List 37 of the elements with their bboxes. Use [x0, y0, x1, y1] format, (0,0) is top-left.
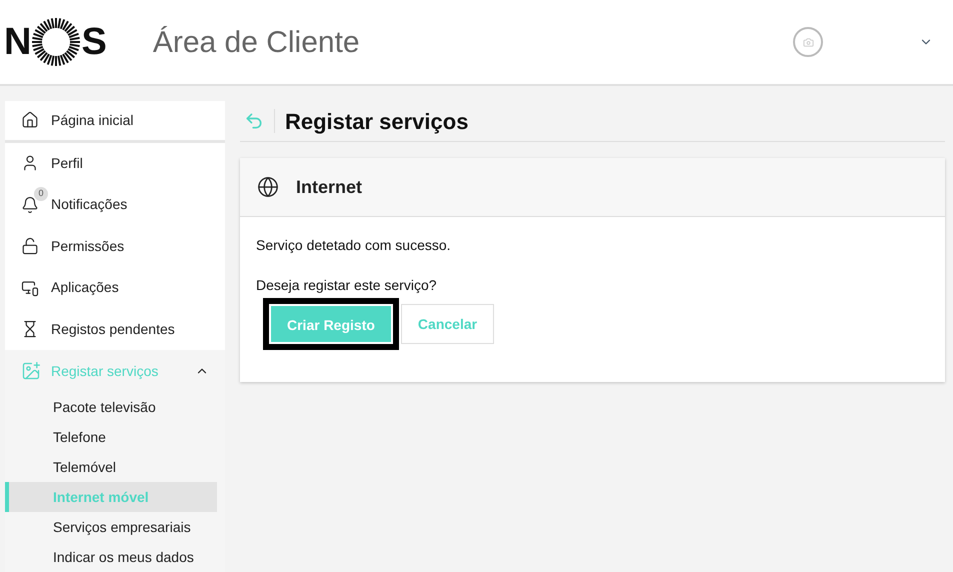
sidebar-item[interactable]: Registos pendentes: [5, 308, 225, 350]
home-icon: [21, 111, 39, 130]
app-title: Área de Cliente: [152, 24, 360, 60]
notification-badge: 0: [34, 186, 48, 201]
sidebar-label: Aplicações: [51, 278, 119, 298]
question-text: Deseja registar este serviço?: [256, 276, 438, 295]
submenu-item[interactable]: Indicar os meus dados: [5, 542, 217, 572]
success-message: Serviço detetado com sucesso.: [256, 236, 452, 255]
sidebar-item[interactable]: Página inicial: [5, 101, 225, 143]
sidebar-label: Registos pendentes: [51, 320, 175, 339]
submenu-item[interactable]: Telefone: [5, 422, 217, 452]
submenu-item[interactable]: Pacote televisão: [5, 392, 217, 422]
page-title: Registar serviços: [285, 108, 468, 136]
sidebar-label: Perfil: [51, 154, 83, 173]
camera-icon: [802, 36, 814, 48]
sidebar-label: Notificações: [51, 195, 128, 214]
add-frame-icon: [21, 361, 41, 382]
padlock-icon: [21, 237, 39, 256]
sunburst-logo-icon: [31, 17, 82, 67]
logo-letter: N: [4, 20, 32, 64]
avatar[interactable]: [793, 27, 823, 57]
back-arrow-icon[interactable]: [244, 111, 264, 131]
devices-icon: [21, 278, 39, 297]
sidebar-label: Página inicial: [51, 110, 134, 130]
sidebar-item[interactable]: 0 Notificações: [5, 184, 225, 226]
sidebar-item[interactable]: Permissões: [5, 226, 225, 268]
card-title: Internet: [296, 176, 362, 198]
sidebar-item[interactable]: Perfil: [5, 142, 225, 184]
bell-icon: [21, 196, 39, 214]
submenu-item[interactable]: Telemóvel: [5, 452, 217, 482]
sidebar-item[interactable]: Aplicações: [5, 267, 225, 309]
globe-icon: [257, 176, 279, 198]
user-icon: [21, 154, 39, 172]
sidebar-label: Permissões: [51, 236, 124, 256]
submenu-item[interactable]: Serviços empresariais: [5, 512, 217, 542]
sidebar-label: Registar serviços: [51, 362, 158, 381]
logo-letter: S: [81, 20, 107, 64]
